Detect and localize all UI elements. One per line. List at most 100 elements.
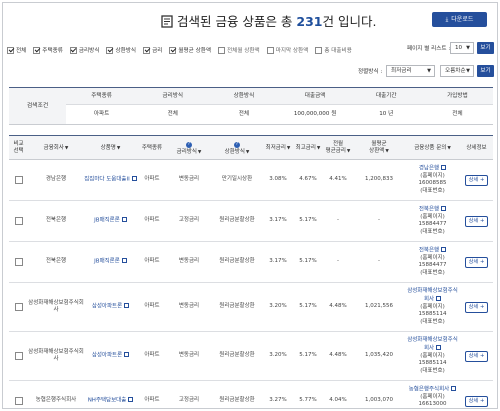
external-link-icon[interactable] (441, 246, 447, 252)
product-link[interactable]: JB매직론론 (94, 258, 127, 266)
filter-option[interactable]: 총 대출비용 (315, 46, 352, 54)
external-link-icon[interactable] (128, 397, 134, 402)
cell-product[interactable]: 삼성아파트론 (84, 283, 137, 331)
condition-value: 10 년 (379, 111, 394, 117)
contact-info: 농협은행주식회사(홈페이지)16613000(대표번호) (409, 385, 457, 408)
external-link-icon[interactable] (441, 205, 447, 211)
column-header-max-rate[interactable]: 최고금리▼ (293, 136, 323, 160)
cell-text: 5.17% (299, 303, 317, 310)
product-link[interactable]: JB매직론론 (94, 217, 127, 225)
cell-repay: 만기일시상환 (211, 160, 263, 200)
download-button[interactable]: ⤓ 다운로드 (432, 12, 487, 27)
cell-detail[interactable]: 상세 + (460, 201, 493, 241)
per-page-select[interactable]: 10 ▼ (450, 42, 474, 54)
cell-compare[interactable] (9, 242, 28, 282)
product-link[interactable]: NH주택담보대출 (88, 397, 134, 405)
filter-option[interactable]: 주택종류 (33, 46, 63, 54)
filter-option[interactable]: 월평균 상환액 (169, 46, 211, 54)
detail-button[interactable]: 상세 + (465, 174, 488, 186)
external-link-icon[interactable] (451, 385, 457, 391)
filter-option[interactable]: 전체월 상환액 (218, 46, 260, 54)
filter-option[interactable]: 마지막 상환액 (266, 46, 308, 54)
product-link[interactable]: 삼성아파트론 (92, 303, 130, 311)
detail-button[interactable]: 상세 + (465, 301, 488, 313)
column-header-min-rate[interactable]: 최저금리▼ (263, 136, 293, 160)
detail-button[interactable]: 상세 + (465, 215, 488, 227)
column-header-prev-avg[interactable]: 전월 평균금리▼ (323, 136, 353, 160)
filter-option[interactable]: 전체 (7, 46, 26, 54)
info-icon[interactable]: ? (186, 141, 192, 148)
contact-homepage-link[interactable]: 삼성화재해상보험주식회사 (405, 288, 460, 304)
cell-text: 아파트 (144, 397, 160, 404)
contact-homepage-link[interactable]: 전북은행 (419, 246, 447, 255)
cell-compare[interactable] (9, 160, 28, 200)
column-header-monthly[interactable]: 월평균 상환액▼ (353, 136, 405, 160)
external-link-icon[interactable] (121, 217, 127, 222)
filter-checkbox[interactable] (7, 46, 14, 54)
filter-option[interactable]: 금리방식 (69, 46, 99, 54)
external-link-icon[interactable] (436, 295, 442, 301)
cell-product[interactable]: 집집마다 도움대출II (84, 160, 137, 200)
cell-compare[interactable] (9, 201, 28, 241)
contact-line: 16008585 (418, 180, 447, 187)
contact-homepage-link[interactable]: 전북은행 (419, 205, 447, 214)
contact-homepage-link[interactable]: 삼성화재해상보험주식회사 (405, 337, 460, 353)
per-page-apply-button[interactable]: 보기 (477, 42, 494, 54)
detail-button[interactable]: 상세 + (465, 395, 488, 407)
filter-option[interactable]: 상환방식 (106, 46, 136, 54)
filter-checkbox[interactable] (106, 46, 114, 54)
compare-checkbox[interactable] (14, 217, 23, 225)
contact-line: 15885114 (418, 360, 447, 366)
cell-detail[interactable]: 상세 + (460, 283, 493, 331)
external-link-icon[interactable] (441, 164, 447, 170)
compare-checkbox[interactable] (14, 258, 23, 266)
contact-line: (홈페이지) (420, 352, 445, 359)
filter-checkbox[interactable] (266, 46, 274, 54)
filter-option[interactable]: 금리 (143, 46, 162, 54)
cell-detail[interactable]: 상세 + (460, 381, 493, 408)
cell-rate-type: 변동금리 (167, 283, 211, 331)
product-link[interactable]: 삼성아파트론 (92, 352, 130, 360)
external-link-icon[interactable] (436, 344, 442, 350)
external-link-icon[interactable] (124, 303, 130, 308)
filter-checkbox[interactable] (33, 46, 41, 54)
column-header-repay[interactable]: ? 상환방식▼ (211, 136, 263, 160)
sort-apply-button[interactable]: 보기 (477, 65, 494, 77)
column-header-bank[interactable]: 금융회사▼ (28, 136, 84, 160)
external-link-icon[interactable] (121, 258, 127, 263)
column-header-rate-type[interactable]: ? 금리방식▼ (167, 136, 211, 160)
compare-checkbox[interactable] (14, 303, 23, 311)
cell-product[interactable]: JB매직론론 (84, 242, 137, 282)
filter-checkbox[interactable] (169, 46, 177, 54)
cell-detail[interactable]: 상세 + (460, 160, 493, 200)
sort-field-select[interactable]: 최저금리 ▼ (386, 65, 435, 77)
cell-detail[interactable]: 상세 + (460, 332, 493, 380)
product-link[interactable]: 집집마다 도움대출II (84, 176, 137, 184)
filter-checkbox[interactable] (69, 46, 77, 54)
compare-checkbox[interactable] (14, 397, 23, 405)
cell-compare[interactable] (9, 381, 28, 408)
column-header-label: 상환방식▼ (224, 148, 250, 155)
detail-button[interactable]: 상세 + (465, 350, 488, 362)
contact-homepage-link[interactable]: 농협은행주식회사 (409, 385, 457, 394)
sort-order-select[interactable]: 오름차순 ▼ (440, 65, 474, 77)
cell-prev-avg: 4.41% (323, 160, 353, 200)
compare-checkbox[interactable] (14, 176, 23, 184)
filter-checkbox[interactable] (143, 46, 151, 54)
column-header-product[interactable]: 상품명▼ (84, 136, 137, 160)
cell-product[interactable]: NH주택담보대출 (84, 381, 137, 408)
filter-checkbox[interactable] (218, 46, 226, 54)
external-link-icon[interactable] (124, 352, 130, 357)
detail-button[interactable]: 상세 + (465, 256, 488, 268)
column-header-contact[interactable]: 금융상품 문의▼ (405, 136, 460, 160)
compare-checkbox[interactable] (14, 352, 23, 360)
cell-product[interactable]: JB매직론론 (84, 201, 137, 241)
cell-product[interactable]: 삼성아파트론 (84, 332, 137, 380)
cell-compare[interactable] (9, 332, 28, 380)
filter-checkbox[interactable] (315, 46, 323, 54)
external-link-icon[interactable] (131, 176, 137, 181)
cell-detail[interactable]: 상세 + (460, 242, 493, 282)
cell-compare[interactable] (9, 283, 28, 331)
info-icon[interactable]: ? (234, 141, 240, 148)
contact-homepage-link[interactable]: 경남은행 (419, 164, 447, 173)
